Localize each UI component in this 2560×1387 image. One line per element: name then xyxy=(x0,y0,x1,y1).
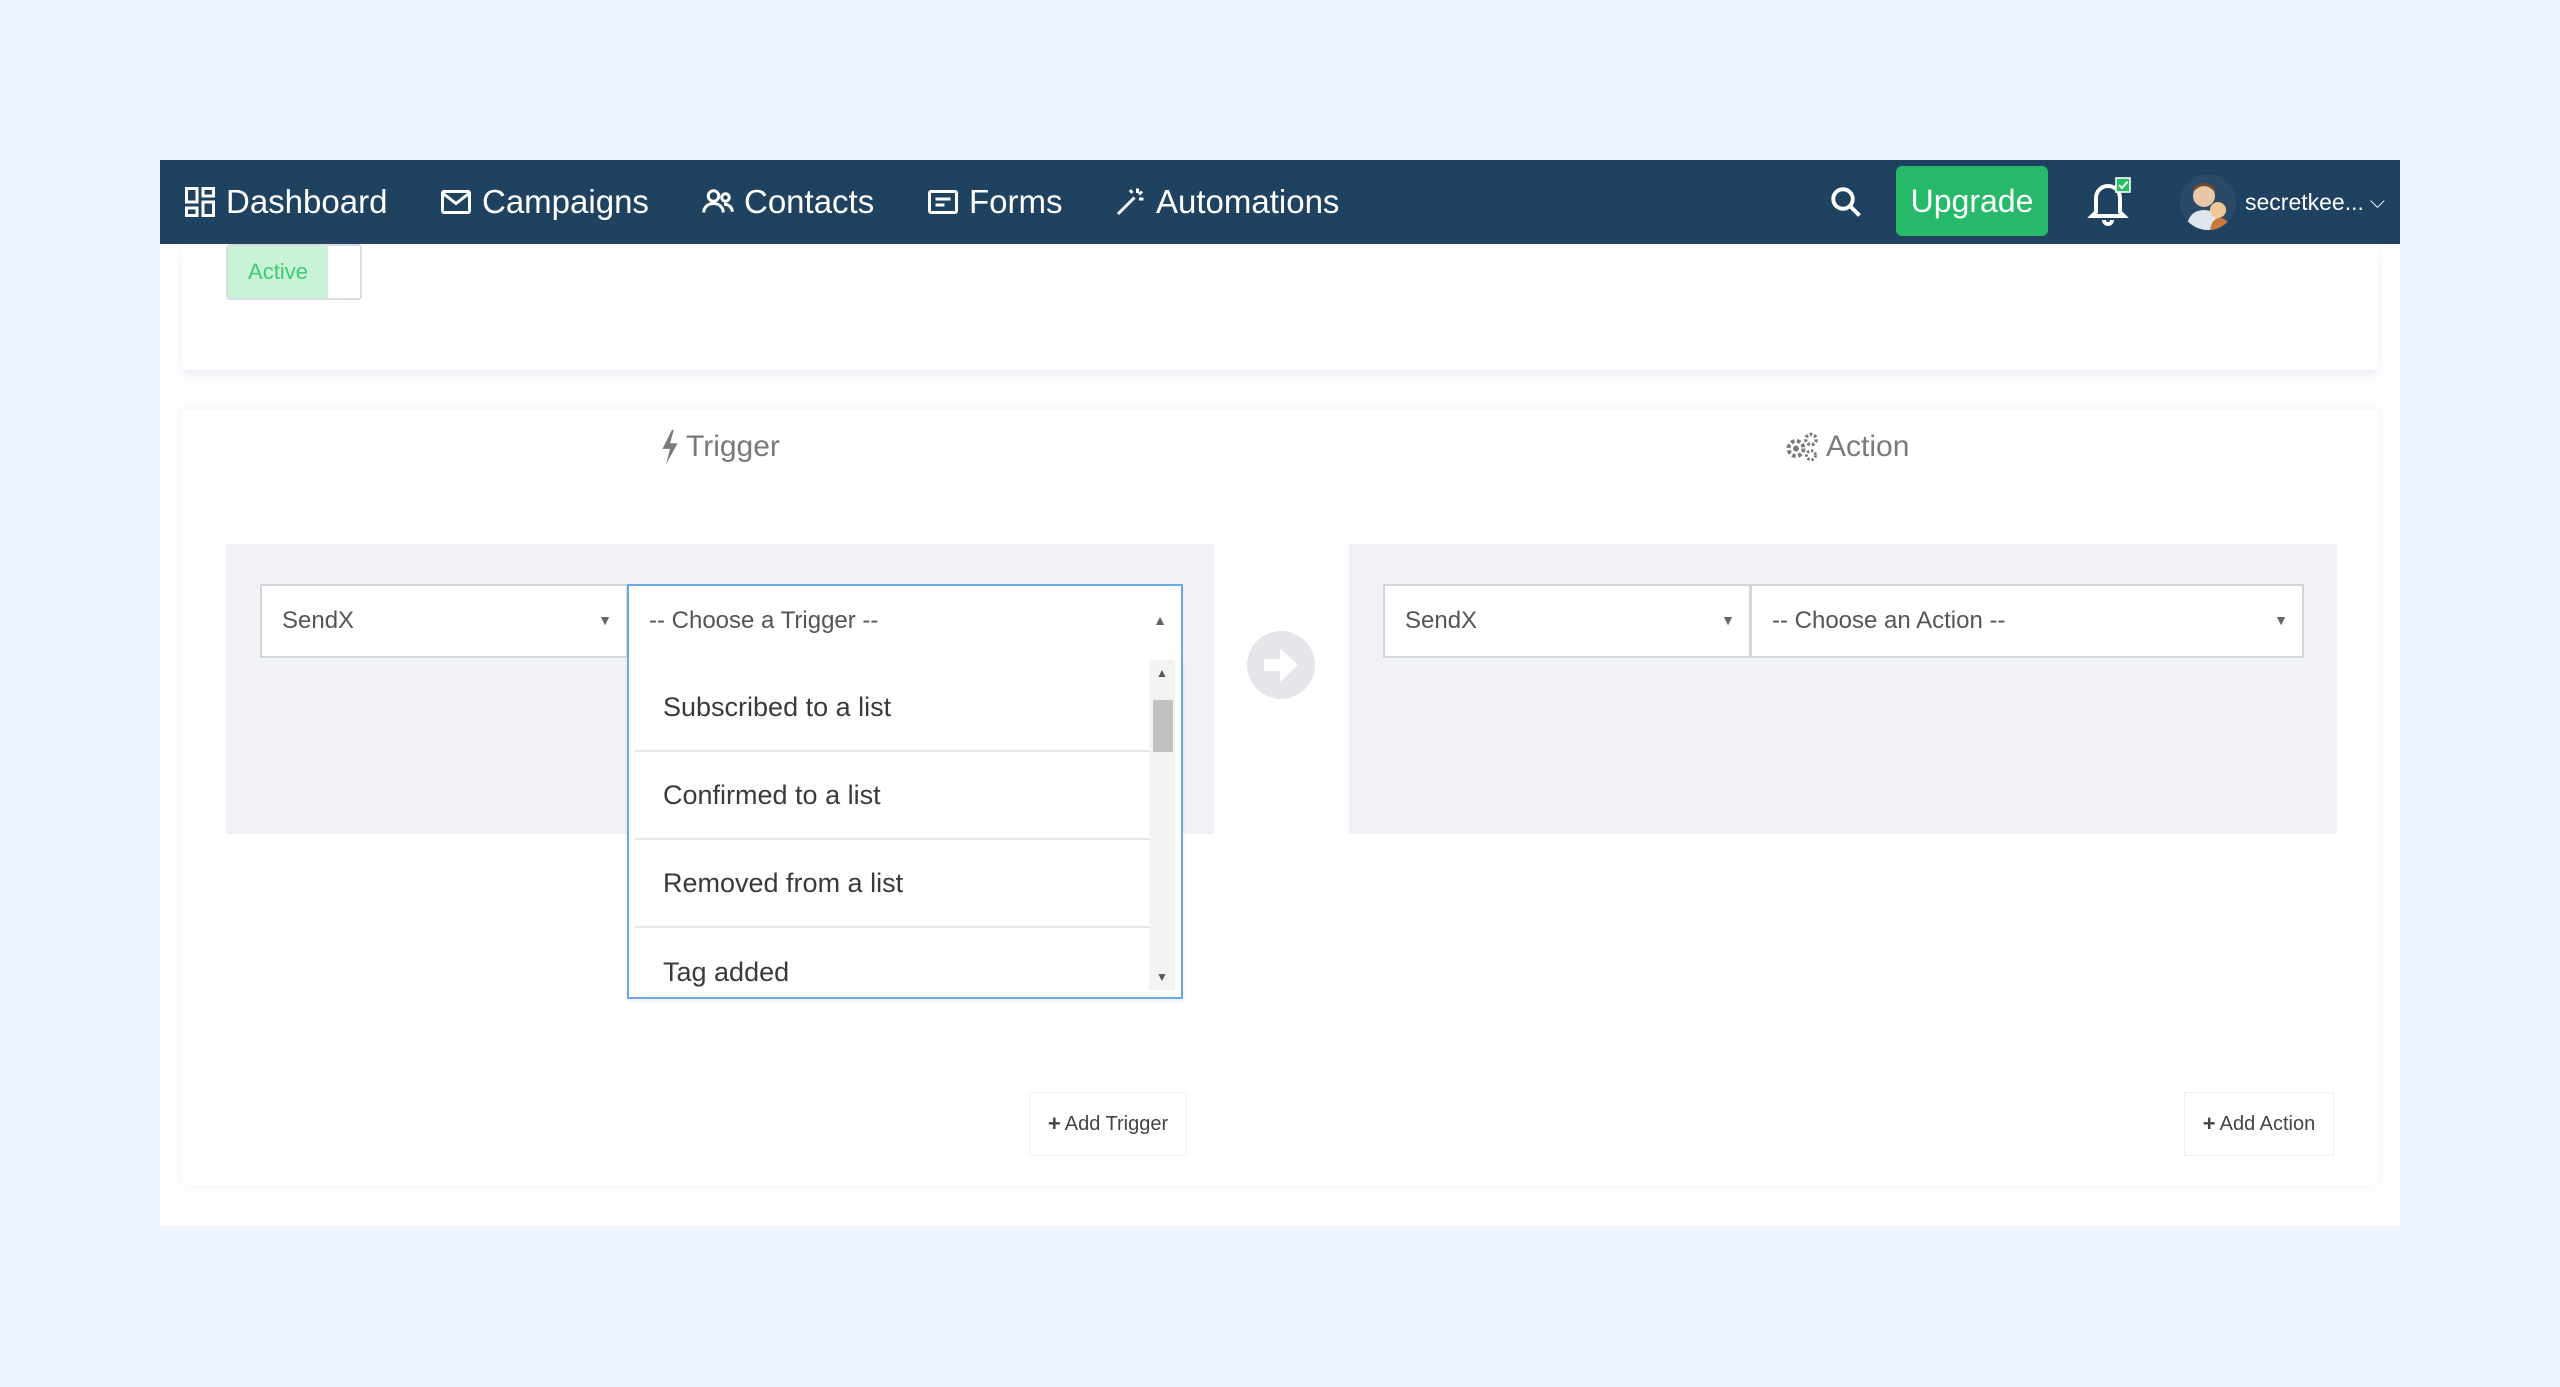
scrollbar-thumb[interactable] xyxy=(1153,700,1173,752)
action-title: Action xyxy=(1826,430,1910,463)
list-item[interactable]: Tag added xyxy=(635,928,1149,1016)
add-action-button[interactable]: + Add Action xyxy=(2184,1092,2334,1156)
bolt-icon xyxy=(662,430,678,464)
automation-builder: Trigger Action SendX ▼ -- Choose a Trigg… xyxy=(160,160,2400,1226)
trigger-app-select[interactable]: SendX ▼ xyxy=(260,584,628,658)
trigger-dropdown-list: Subscribed to a list Confirmed to a list… xyxy=(627,656,1183,999)
add-action-label: Add Action xyxy=(2219,1112,2316,1135)
app-frame: Dashboard Campaigns Contacts Forms Autom… xyxy=(160,160,2400,1226)
option-label: Tag added xyxy=(663,956,790,987)
scroll-down-icon[interactable]: ▼ xyxy=(1149,964,1175,990)
action-app-value: SendX xyxy=(1405,607,1478,634)
add-trigger-label: Add Trigger xyxy=(1064,1112,1169,1135)
list-item[interactable]: Confirmed to a list xyxy=(635,752,1149,840)
trigger-title: Trigger xyxy=(686,430,780,463)
action-select-value: -- Choose an Action -- xyxy=(1772,607,2006,634)
action-select[interactable]: -- Choose an Action -- ▼ xyxy=(1750,584,2304,658)
caret-down-icon: ▼ xyxy=(1721,612,1735,628)
action-heading: Action xyxy=(1784,430,1909,464)
caret-down-icon: ▼ xyxy=(2274,612,2288,628)
gears-icon xyxy=(1786,432,1818,462)
add-trigger-button[interactable]: + Add Trigger xyxy=(1029,1092,1187,1156)
caret-up-icon: ▲ xyxy=(1153,612,1167,628)
arrow-right-icon xyxy=(1246,630,1316,700)
option-label: Confirmed to a list xyxy=(663,779,881,810)
option-label: Subscribed to a list xyxy=(663,691,892,722)
caret-down-icon: ▼ xyxy=(598,612,612,628)
list-item[interactable]: Subscribed to a list xyxy=(635,664,1149,752)
trigger-app-value: SendX xyxy=(282,607,355,634)
scroll-up-icon[interactable]: ▲ xyxy=(1149,660,1175,686)
action-app-select[interactable]: SendX ▼ xyxy=(1383,584,1751,658)
list-item[interactable]: Removed from a list xyxy=(635,840,1149,928)
trigger-heading: Trigger xyxy=(660,430,780,464)
option-label: Removed from a list xyxy=(663,867,904,898)
plus-icon: + xyxy=(1047,1111,1061,1136)
trigger-select[interactable]: -- Choose a Trigger -- ▲ xyxy=(627,584,1183,658)
plus-icon: + xyxy=(2202,1111,2216,1136)
trigger-select-value: -- Choose a Trigger -- xyxy=(649,607,879,634)
dropdown-scrollbar[interactable]: ▲ ▼ xyxy=(1149,660,1175,990)
